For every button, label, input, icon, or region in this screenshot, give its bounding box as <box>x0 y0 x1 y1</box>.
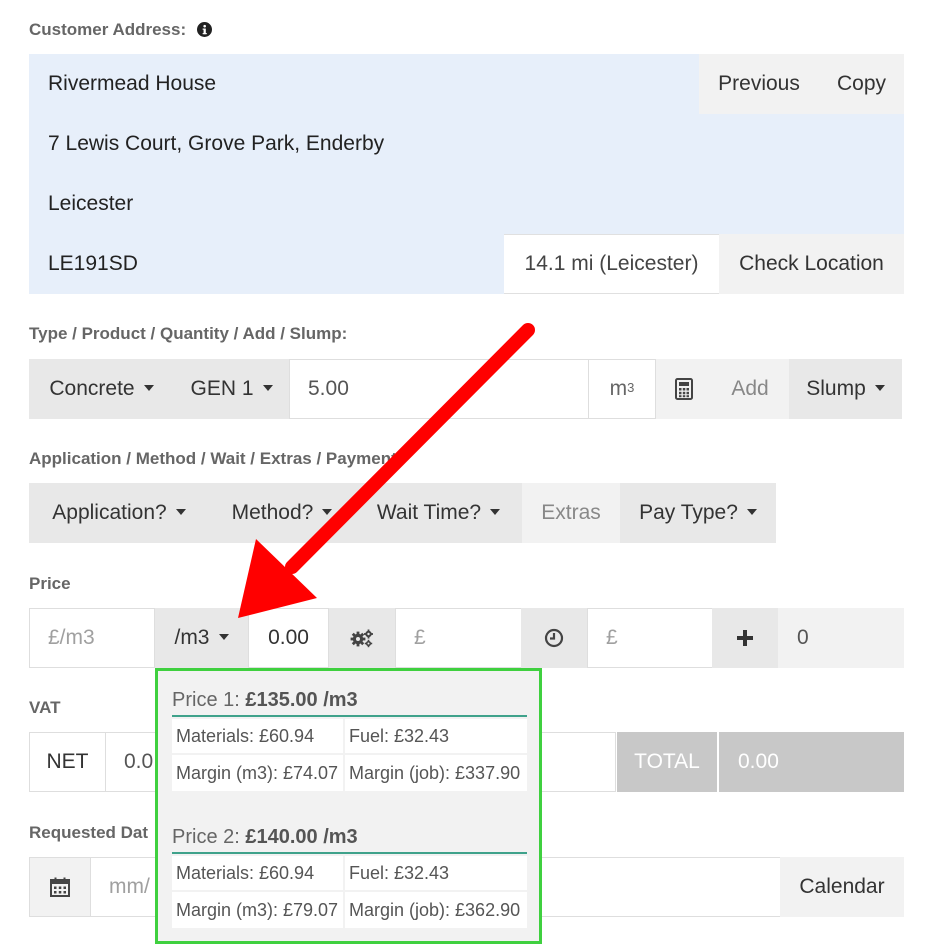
vat-label: VAT <box>29 698 61 717</box>
application-dropdown-value: Application? <box>52 501 167 524</box>
price-1-margin-m3: Margin (m3): £74.07 <box>172 755 343 791</box>
method-dropdown-value: Method? <box>231 501 314 524</box>
application-section-label: Application / Method / Wait / Extras / P… <box>29 449 397 468</box>
chevron-down-icon <box>175 509 186 515</box>
price-2-margin-m3: Margin (m3): £79.07 <box>172 892 343 928</box>
price-2-divider <box>172 852 527 854</box>
calculator-icon <box>674 378 693 400</box>
price-2-margin-job: Margin (job): £362.90 <box>345 892 527 928</box>
unit-select-dropdown[interactable]: /m3 <box>155 608 248 668</box>
address-line-3[interactable]: Leicester <box>29 174 904 234</box>
price-breakdown-popup: Price 1: £135.00 /m3 Materials: £60.94 F… <box>155 668 542 944</box>
chevron-down-icon <box>262 385 273 391</box>
clock-icon <box>544 628 564 648</box>
wait-time-dropdown-value: Wait Time? <box>376 501 482 524</box>
product-dropdown[interactable]: GEN 1 <box>174 359 289 419</box>
price-1-title-prefix: Price 1: <box>172 689 246 711</box>
slump-dropdown[interactable]: Slump <box>789 359 902 419</box>
price-1-title: Price 1: £135.00 /m3 <box>172 689 358 712</box>
product-dropdown-value: GEN 1 <box>190 377 254 400</box>
info-icon[interactable] <box>196 22 212 37</box>
date-placeholder: mm/ <box>109 875 150 898</box>
price-1-fuel: Fuel: £32.43 <box>345 719 527 753</box>
price-2-title-value: £140.00 /m3 <box>245 826 358 848</box>
chevron-down-icon <box>143 385 154 391</box>
check-location-button[interactable]: Check Location <box>719 234 904 294</box>
add-button[interactable]: Add <box>711 359 789 419</box>
date-icon-addon <box>29 857 91 917</box>
pay-type-dropdown[interactable]: Pay Type? <box>620 483 776 543</box>
price-label: Price <box>29 574 71 593</box>
chevron-down-icon <box>746 509 757 515</box>
chevron-down-icon <box>322 509 333 515</box>
time-amount-input[interactable]: £ <box>587 608 713 668</box>
chevron-down-icon <box>490 509 501 515</box>
unit-addon: m3 <box>588 359 656 419</box>
chevron-down-icon <box>218 634 229 640</box>
price-2-fuel: Fuel: £32.43 <box>345 856 527 890</box>
extra-value-field[interactable]: 0 <box>778 608 904 668</box>
pay-type-dropdown-value: Pay Type? <box>639 501 738 524</box>
quantity-input[interactable]: 5.00 <box>289 359 589 419</box>
extras-button[interactable]: Extras <box>522 483 620 543</box>
price-value-input[interactable]: 0.00 <box>248 608 329 668</box>
previous-button[interactable]: Previous <box>699 54 819 114</box>
price-per-unit-placeholder: £/m3 <box>48 626 95 649</box>
product-section-label: Type / Product / Quantity / Add / Slump: <box>29 324 348 343</box>
total-label: TOTAL <box>617 732 717 792</box>
total-value: 0.00 <box>719 732 904 792</box>
requested-date-label: Requested Dat <box>29 823 149 842</box>
gears-icon <box>350 628 374 648</box>
address-line-2[interactable]: 7 Lewis Court, Grove Park, Enderby <box>29 114 904 174</box>
settings-button[interactable] <box>329 608 395 668</box>
calendar-icon <box>50 877 70 897</box>
price-2-materials: Materials: £60.94 <box>172 856 343 890</box>
postcode-field[interactable]: LE191SD <box>29 234 504 294</box>
unit-text: m <box>609 377 628 400</box>
unit-superscript: 3 <box>627 379 635 395</box>
unit-select-value: /m3 <box>174 626 210 649</box>
copy-button[interactable]: Copy <box>819 54 904 114</box>
price-per-unit-input[interactable]: £/m3 <box>29 608 155 668</box>
wait-time-dropdown[interactable]: Wait Time? <box>355 483 522 543</box>
time-amount-placeholder: £ <box>606 626 618 649</box>
price-1-title-value: £135.00 /m3 <box>245 689 358 711</box>
amount-input[interactable]: £ <box>395 608 522 668</box>
slump-dropdown-value: Slump <box>806 377 866 400</box>
distance-readout: 14.1 mi (Leicester) <box>504 234 719 294</box>
customer-address-label-text: Customer Address: <box>29 20 187 39</box>
plus-icon <box>736 629 754 647</box>
application-dropdown[interactable]: Application? <box>29 483 209 543</box>
price-2-title-prefix: Price 2: <box>172 826 246 848</box>
chevron-down-icon <box>874 385 885 391</box>
method-dropdown[interactable]: Method? <box>209 483 355 543</box>
type-dropdown-value: Concrete <box>49 377 135 400</box>
customer-address-label: Customer Address: <box>29 20 212 40</box>
calendar-button[interactable]: Calendar <box>780 857 904 917</box>
price-2-title: Price 2: £140.00 /m3 <box>172 826 358 849</box>
price-1-materials: Materials: £60.94 <box>172 719 343 753</box>
price-1-divider <box>172 715 527 717</box>
calculator-button[interactable] <box>656 359 711 419</box>
price-1-margin-job: Margin (job): £337.90 <box>345 755 527 791</box>
amount-placeholder: £ <box>414 626 426 649</box>
type-dropdown[interactable]: Concrete <box>29 359 174 419</box>
address-line-1[interactable]: Rivermead House <box>29 54 699 114</box>
net-label: NET <box>29 732 106 792</box>
time-button[interactable] <box>521 608 587 668</box>
plus-button[interactable] <box>712 608 778 668</box>
